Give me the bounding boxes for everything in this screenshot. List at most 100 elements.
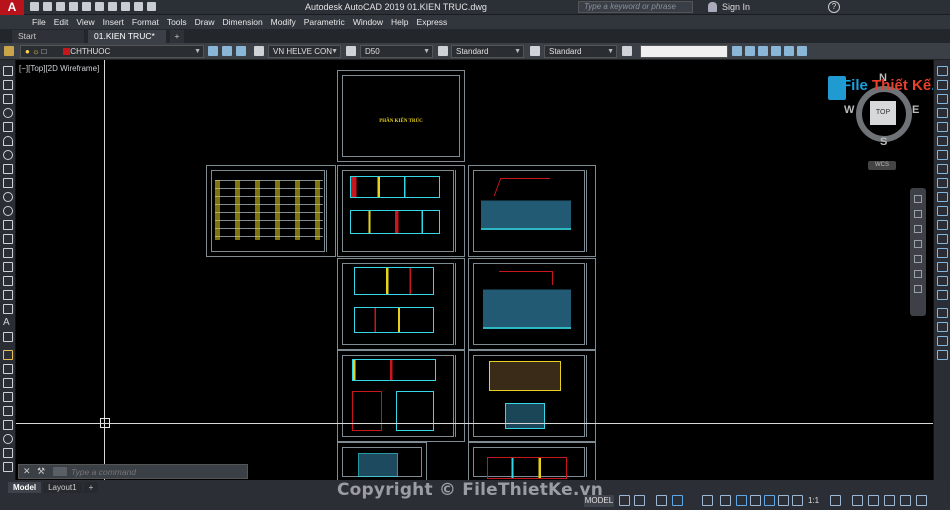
isodraft-icon[interactable] [702,495,713,506]
otrack-icon[interactable] [797,46,807,56]
mirror-icon[interactable] [3,378,13,388]
menu-tools[interactable]: Tools [167,15,195,29]
annotation-monitor-icon[interactable] [852,495,863,506]
radius-icon[interactable] [937,122,948,132]
menu-edit[interactable]: Edit [54,15,77,29]
table-style-dropdown[interactable]: Standard ▼ [451,45,524,58]
scale-icon[interactable] [3,448,13,458]
auto-scale-icon[interactable] [778,495,789,506]
polygon-icon[interactable] [3,108,13,118]
customize-icon[interactable]: ⚒ [37,466,45,477]
rectangle-icon[interactable] [3,122,13,132]
sign-in-link[interactable]: Sign In [722,2,750,12]
angular-icon[interactable] [937,164,948,174]
add-selected-icon[interactable] [3,332,13,342]
offset-icon[interactable] [3,392,13,402]
jogged-icon[interactable] [937,136,948,146]
table-style-icon[interactable] [438,46,448,56]
ordinate-icon[interactable] [937,108,948,118]
plot-icon[interactable] [108,2,117,11]
drawing-sheet-index[interactable] [206,165,336,257]
save-icon[interactable] [56,2,65,11]
mtext-icon[interactable]: A [3,318,13,328]
hardware-acceleration-icon[interactable] [884,495,895,506]
object-snap-tracking-icon[interactable] [720,495,731,506]
isolate-objects-icon[interactable] [868,495,879,506]
baseline-icon[interactable] [937,192,948,202]
hatch-icon[interactable] [3,262,13,272]
construction-line-icon[interactable] [3,80,13,90]
viewport-controls[interactable]: [−][Top][2D Wireframe] [19,64,99,73]
drawing-sheet-section[interactable] [468,442,596,480]
dimension-break-icon[interactable] [937,234,948,244]
text-style-dropdown[interactable]: VN HELVE CON ▼ [268,45,341,58]
region-icon[interactable] [3,290,13,300]
object-snap-icon[interactable] [736,495,747,506]
dim-style-icon[interactable] [346,46,356,56]
autocad-logo[interactable]: A [0,0,24,15]
recent-commands-icon[interactable] [53,467,67,476]
move-icon[interactable] [3,420,13,430]
grid-icon[interactable] [732,46,742,56]
array-icon[interactable] [3,406,13,416]
dimension-text-edit-icon[interactable] [937,322,948,332]
center-mark-icon[interactable] [937,262,948,272]
user-icon[interactable] [708,2,717,12]
aligned-dimension-icon[interactable] [937,80,948,90]
revision-cloud-icon[interactable] [3,164,13,174]
pan-icon[interactable] [914,210,922,218]
annotation-scale-icon[interactable] [792,495,803,506]
showmotion-icon[interactable] [914,255,922,263]
undo-icon[interactable] [121,2,130,11]
arc-length-icon[interactable] [937,94,948,104]
multileader-style-dropdown[interactable]: Standard ▼ [544,45,617,58]
snap-mode-icon[interactable] [634,495,645,506]
viewcube-top-face[interactable]: TOP [870,101,896,125]
close-icon[interactable]: ✕ [23,466,31,477]
ellipse-arc-icon[interactable] [3,206,13,216]
polyline-icon[interactable] [3,94,13,104]
steering-wheel-icon[interactable] [914,195,922,203]
arc-icon[interactable] [3,136,13,146]
command-input[interactable] [71,465,246,478]
point-icon[interactable] [3,248,13,258]
menu-dimension[interactable]: Dimension [223,15,271,29]
dimension-style-icon[interactable] [937,350,948,360]
inspection-icon[interactable] [937,276,948,286]
dim-style-dropdown[interactable]: D50 ▼ [360,45,433,58]
compass-west[interactable]: W [844,104,854,116]
customization-icon[interactable] [916,495,927,506]
polar-icon[interactable] [771,46,781,56]
dimension-update-icon[interactable] [937,336,948,346]
multileader-style-icon[interactable] [530,46,540,56]
sheet-set-icon[interactable] [622,46,632,56]
ortho-mode-icon[interactable] [656,495,667,506]
tab-drawing[interactable]: 01.KIEN TRUC* [88,30,166,43]
annotation-visibility-icon[interactable] [764,495,775,506]
drawing-sheet-cover[interactable]: PHẦN KIẾN TRÚC [337,70,465,162]
drawing-sheet-elevation-2[interactable] [468,258,596,350]
quick-dimension-icon[interactable] [937,178,948,188]
linear-dimension-icon[interactable] [937,66,948,76]
search-input[interactable]: Type a keyword or phrase [578,1,693,13]
grid-display-icon[interactable] [619,495,630,506]
tab-model[interactable]: Model [8,482,42,493]
nav-customize-icon[interactable] [914,285,922,293]
drawing-sheet-plan-2[interactable] [337,258,465,350]
copy-icon[interactable] [3,364,13,374]
web-open-icon[interactable] [82,2,91,11]
menu-insert[interactable]: Insert [103,15,132,29]
dimension-space-icon[interactable] [937,220,948,230]
redo-icon[interactable] [134,2,143,11]
new-tab-button[interactable]: + [170,30,184,43]
model-space-button[interactable]: MODEL [584,495,614,507]
tab-layout1[interactable]: Layout1 [43,482,82,493]
circle-icon[interactable] [3,150,13,160]
drawing-sheet-detail-3[interactable] [337,442,427,480]
table-icon[interactable] [3,304,13,314]
open-icon[interactable] [43,2,52,11]
blank-input-field[interactable] [640,45,728,58]
web-save-icon[interactable] [95,2,104,11]
gradient-icon[interactable] [3,276,13,286]
wcs-menu[interactable]: WCS [868,161,896,170]
